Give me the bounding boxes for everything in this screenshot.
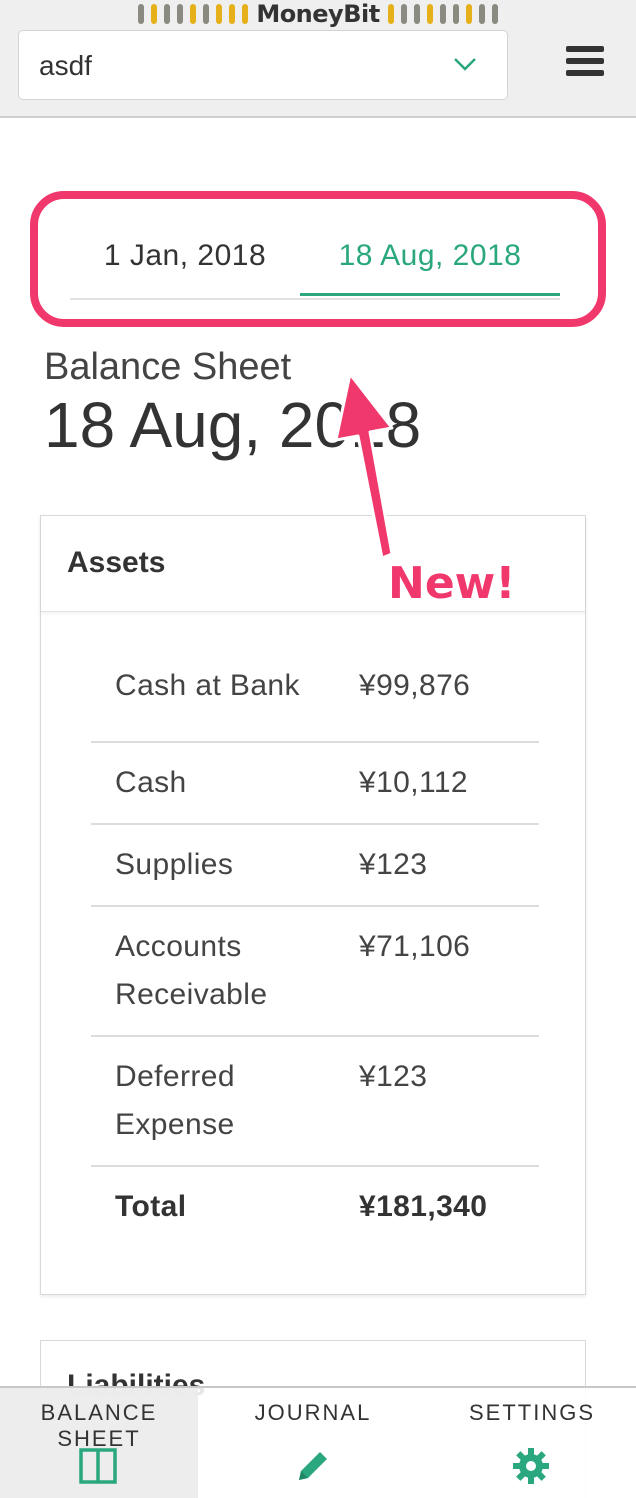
- table-row: Deferred Expense ¥123: [91, 1037, 539, 1167]
- annotation-new-label: New!: [388, 558, 516, 609]
- row-amount: ¥10,112: [359, 766, 469, 799]
- brand-logo: MoneyBit: [0, 0, 636, 28]
- chevron-down-icon: [454, 58, 476, 71]
- logo-bars-right: [387, 4, 498, 24]
- nav-label: BALANCE SHEET: [40, 1400, 158, 1451]
- row-amount: ¥71,106: [359, 930, 471, 963]
- header: MoneyBit asdf: [0, 0, 636, 118]
- assets-title: Assets: [67, 546, 166, 579]
- gear-icon: [513, 1448, 549, 1484]
- columns-icon: [79, 1448, 117, 1484]
- app-page: MoneyBit asdf 1 Jan, 2018 18 Aug, 2018 B…: [0, 0, 636, 1498]
- hamburger-menu-icon[interactable]: [566, 46, 604, 82]
- total-label: Total: [115, 1190, 187, 1223]
- date-tabs: 1 Jan, 2018 18 Aug, 2018: [70, 218, 560, 300]
- tab-date-start[interactable]: 1 Jan, 2018: [70, 218, 300, 296]
- row-name: Supplies: [115, 848, 234, 881]
- tab-date-end[interactable]: 18 Aug, 2018: [300, 218, 560, 296]
- row-name: Accounts Receivable: [115, 930, 268, 1011]
- assets-card: Assets Cash at Bank ¥99,876 Cash ¥10,112…: [40, 515, 586, 1295]
- table-row: Cash ¥10,112: [91, 743, 539, 825]
- logo-bars-left: [138, 4, 249, 24]
- row-name: Cash at Bank: [115, 669, 300, 702]
- table-row: Accounts Receivable ¥71,106: [91, 907, 539, 1037]
- total-amount: ¥181,340: [359, 1190, 488, 1223]
- nav-item-balance-sheet[interactable]: BALANCE SHEET: [0, 1388, 198, 1498]
- sheet-label: Balance Sheet: [44, 346, 292, 388]
- row-amount: ¥123: [359, 848, 428, 881]
- assets-table: Cash at Bank ¥99,876 Cash ¥10,112 Suppli…: [91, 646, 539, 1249]
- bottom-nav: BALANCE SHEET JOURNAL SETTINGS: [0, 1386, 636, 1498]
- row-name: Cash: [115, 766, 187, 799]
- nav-item-journal[interactable]: JOURNAL: [198, 1388, 428, 1498]
- table-row: Cash at Bank ¥99,876: [91, 646, 539, 743]
- annotation-arrow-icon: [334, 372, 394, 560]
- nav-label: SETTINGS: [468, 1400, 595, 1425]
- nav-item-settings[interactable]: SETTINGS: [428, 1388, 636, 1498]
- row-name: Deferred Expense: [115, 1060, 235, 1141]
- row-amount: ¥99,876: [359, 669, 471, 702]
- book-select-value: asdf: [39, 50, 92, 81]
- brand-name: MoneyBit: [256, 0, 380, 28]
- book-select[interactable]: asdf: [18, 30, 508, 100]
- pencil-icon: [299, 1452, 327, 1480]
- row-amount: ¥123: [359, 1060, 428, 1093]
- table-row: Supplies ¥123: [91, 825, 539, 907]
- total-row: Total ¥181,340: [91, 1167, 539, 1249]
- nav-label: JOURNAL: [254, 1400, 372, 1425]
